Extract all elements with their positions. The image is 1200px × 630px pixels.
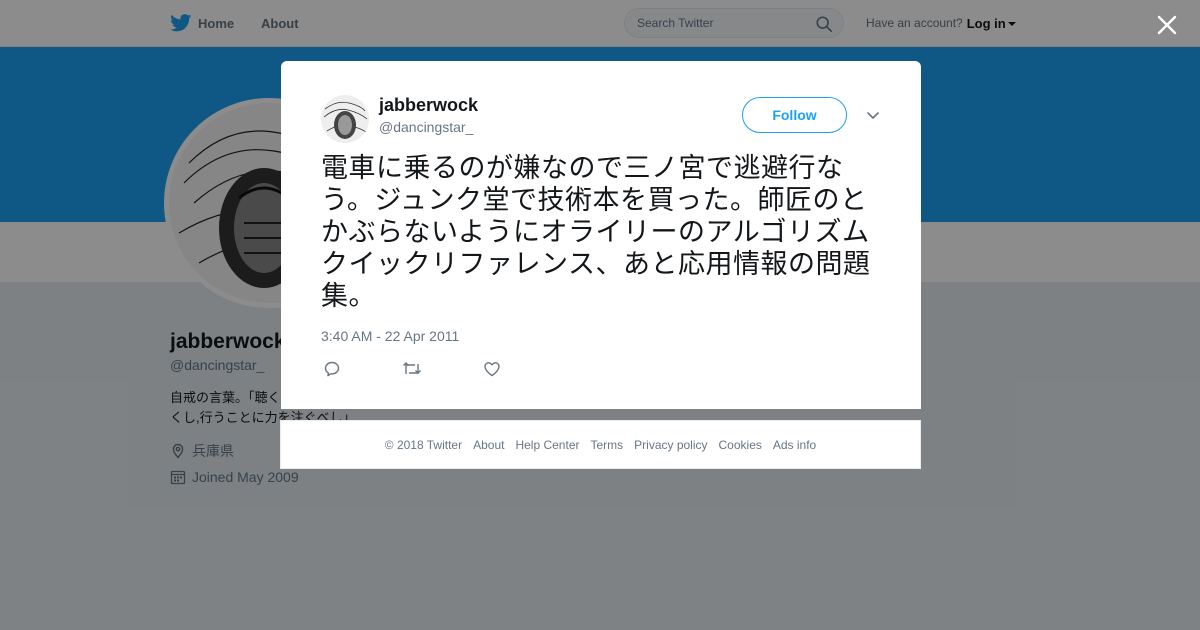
tweet-text: 電車に乗るのが嫌なので三ノ宮で逃避行なう。ジュンク堂で技術本を買った。師匠のとか… [321, 153, 871, 312]
like-button[interactable] [481, 359, 503, 379]
tweet-author-handle[interactable]: @dancingstar_ [379, 119, 473, 135]
follow-button[interactable]: Follow [742, 97, 847, 133]
tweet-author-name[interactable]: jabberwock [379, 95, 478, 116]
chevron-down-icon[interactable] [865, 109, 881, 123]
footer-link-terms[interactable]: Terms [590, 438, 623, 452]
avatar-illustration [321, 95, 369, 143]
footer-link-about[interactable]: About [473, 438, 504, 452]
tweet-modal: jabberwock @dancingstar_ Follow 電車に乗るのが嫌… [281, 61, 921, 409]
tweet-timestamp[interactable]: 3:40 AM - 22 Apr 2011 [321, 328, 459, 344]
modal-footer: © 2018 Twitter About Help Center Terms P… [280, 420, 921, 469]
footer-link-ads-info[interactable]: Ads info [773, 438, 816, 452]
footer-link-privacy[interactable]: Privacy policy [634, 438, 707, 452]
reply-icon [324, 361, 340, 377]
footer-link-help-center[interactable]: Help Center [515, 438, 579, 452]
retweet-icon [403, 362, 421, 374]
retweet-button[interactable] [401, 359, 423, 379]
tweet-author-avatar[interactable] [321, 95, 369, 143]
footer-copyright: © 2018 Twitter [384, 437, 463, 452]
reply-button[interactable] [321, 359, 343, 379]
heart-icon [484, 362, 500, 377]
close-icon[interactable] [1154, 12, 1180, 38]
footer-link-cookies[interactable]: Cookies [719, 438, 762, 452]
